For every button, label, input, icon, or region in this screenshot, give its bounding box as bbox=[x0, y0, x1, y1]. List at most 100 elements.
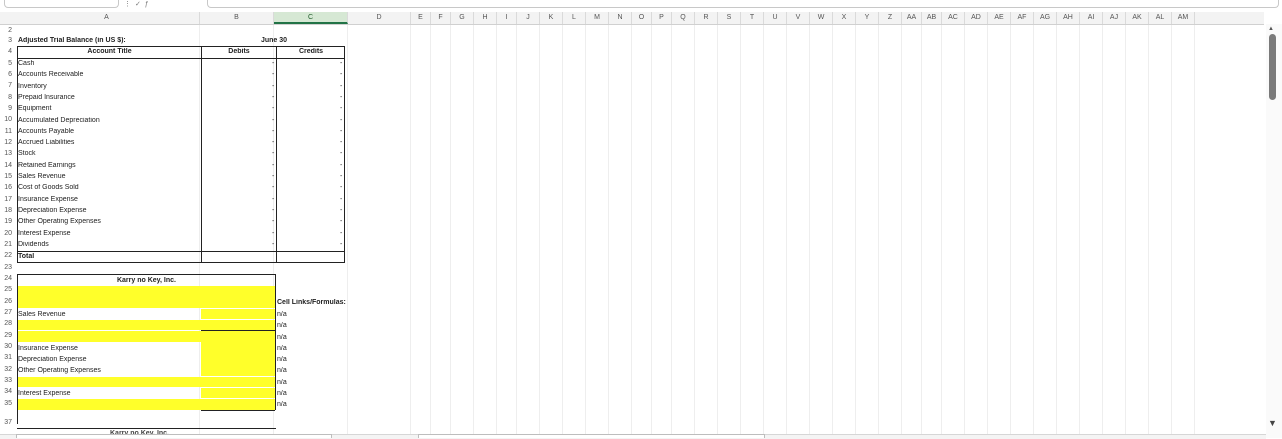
debit-value[interactable]: - bbox=[272, 162, 278, 169]
row-header-35[interactable]: 35 bbox=[0, 400, 14, 407]
row-header-15[interactable]: 15 bbox=[0, 173, 14, 180]
row35-input[interactable] bbox=[18, 399, 275, 410]
row-header-28[interactable]: 28 bbox=[0, 320, 14, 327]
column-header-am[interactable]: AM bbox=[1172, 12, 1195, 24]
row-header-14[interactable]: 14 bbox=[0, 162, 14, 169]
column-header-b[interactable]: B bbox=[200, 12, 274, 24]
column-header-k[interactable]: K bbox=[540, 12, 563, 24]
row-header-19[interactable]: 19 bbox=[0, 218, 14, 225]
column-header-g[interactable]: G bbox=[451, 12, 474, 24]
column-header-ai[interactable]: AI bbox=[1080, 12, 1103, 24]
row-header-13[interactable]: 13 bbox=[0, 150, 14, 157]
credit-value[interactable]: - bbox=[340, 128, 346, 135]
column-header-ab[interactable]: AB bbox=[922, 12, 942, 24]
column-header-y[interactable]: Y bbox=[856, 12, 879, 24]
credit-value[interactable]: - bbox=[340, 60, 346, 67]
row-header-6[interactable]: 6 bbox=[0, 71, 14, 78]
credit-value[interactable]: - bbox=[340, 196, 346, 203]
name-box[interactable] bbox=[4, 0, 119, 8]
column-header-m[interactable]: M bbox=[586, 12, 609, 24]
credit-value[interactable]: - bbox=[340, 184, 346, 191]
credit-value[interactable]: - bbox=[340, 207, 346, 214]
debit-value[interactable]: - bbox=[272, 184, 278, 191]
credit-value[interactable]: - bbox=[340, 173, 346, 180]
row33-input[interactable] bbox=[18, 377, 275, 387]
row-header-9[interactable]: 9 bbox=[0, 105, 14, 112]
row-header-32[interactable]: 32 bbox=[0, 366, 14, 373]
row-header-2[interactable]: 2 bbox=[0, 27, 14, 34]
column-header-w[interactable]: W bbox=[810, 12, 833, 24]
formula-input[interactable] bbox=[207, 0, 1279, 8]
credit-value[interactable]: - bbox=[340, 94, 346, 101]
sales-revenue-amount[interactable] bbox=[201, 309, 275, 319]
credit-value[interactable]: - bbox=[340, 241, 346, 248]
credit-value[interactable]: - bbox=[340, 150, 346, 157]
column-header-i[interactable]: I bbox=[497, 12, 517, 24]
column-header-ae[interactable]: AE bbox=[988, 12, 1011, 24]
column-header-ag[interactable]: AG bbox=[1034, 12, 1057, 24]
row-header-16[interactable]: 16 bbox=[0, 184, 14, 191]
debit-value[interactable]: - bbox=[272, 196, 278, 203]
row-header-33[interactable]: 33 bbox=[0, 377, 14, 384]
row-header-7[interactable]: 7 bbox=[0, 82, 14, 89]
debit-value[interactable]: - bbox=[272, 150, 278, 157]
row-header-31[interactable]: 31 bbox=[0, 354, 14, 361]
column-header-ah[interactable]: AH bbox=[1057, 12, 1080, 24]
credit-value[interactable]: - bbox=[340, 139, 346, 146]
row-header-24[interactable]: 24 bbox=[0, 275, 14, 282]
credit-value[interactable]: - bbox=[340, 105, 346, 112]
row-header-3[interactable]: 3 bbox=[0, 37, 14, 44]
vertical-scroll-thumb[interactable] bbox=[1269, 34, 1276, 100]
debit-value[interactable]: - bbox=[272, 83, 278, 90]
column-header-x[interactable]: X bbox=[833, 12, 856, 24]
column-header-ad[interactable]: AD bbox=[965, 12, 988, 24]
row28-input[interactable] bbox=[18, 320, 275, 330]
column-header-a[interactable]: A bbox=[14, 12, 200, 24]
row-header-26[interactable]: 26 bbox=[0, 298, 14, 305]
credit-value[interactable]: - bbox=[340, 230, 346, 237]
column-header-s[interactable]: S bbox=[718, 12, 741, 24]
debit-value[interactable]: - bbox=[272, 117, 278, 124]
column-header-ak[interactable]: AK bbox=[1126, 12, 1149, 24]
debit-value[interactable]: - bbox=[272, 241, 278, 248]
credit-value[interactable]: - bbox=[340, 71, 346, 78]
row-header-22[interactable]: 22 bbox=[0, 252, 14, 259]
row-header-5[interactable]: 5 bbox=[0, 60, 14, 67]
debit-value[interactable]: - bbox=[272, 230, 278, 237]
row-header-8[interactable]: 8 bbox=[0, 94, 14, 101]
credit-value[interactable]: - bbox=[340, 83, 346, 90]
column-header-aj[interactable]: AJ bbox=[1103, 12, 1126, 24]
row-header-37[interactable]: 37 bbox=[0, 419, 14, 426]
column-header-t[interactable]: T bbox=[741, 12, 764, 24]
row-header-10[interactable]: 10 bbox=[0, 116, 14, 123]
credit-value[interactable]: - bbox=[340, 218, 346, 225]
debit-value[interactable]: - bbox=[272, 60, 278, 67]
row29-input[interactable] bbox=[18, 331, 275, 342]
debit-value[interactable]: - bbox=[272, 71, 278, 78]
debit-value[interactable]: - bbox=[272, 128, 278, 135]
column-header-j[interactable]: J bbox=[517, 12, 540, 24]
sheet-tabs-area[interactable] bbox=[16, 434, 332, 438]
interest-expense-amount[interactable] bbox=[201, 388, 275, 398]
column-header-d[interactable]: D bbox=[348, 12, 411, 24]
column-header-o[interactable]: O bbox=[632, 12, 652, 24]
credit-value[interactable]: - bbox=[340, 162, 346, 169]
statement-heading-input[interactable] bbox=[18, 286, 275, 308]
column-header-f[interactable]: F bbox=[431, 12, 451, 24]
row-header-4[interactable]: 4 bbox=[0, 48, 14, 55]
row-header-23[interactable]: 23 bbox=[0, 264, 14, 271]
debit-value[interactable]: - bbox=[272, 218, 278, 225]
debit-value[interactable]: - bbox=[272, 173, 278, 180]
row-header-34[interactable]: 34 bbox=[0, 388, 14, 395]
horizontal-scroll-thumb[interactable] bbox=[418, 434, 765, 438]
row-header-11[interactable]: 11 bbox=[0, 128, 14, 135]
row-header-25[interactable]: 25 bbox=[0, 286, 14, 293]
column-header-e[interactable]: E bbox=[411, 12, 431, 24]
column-header-u[interactable]: U bbox=[764, 12, 787, 24]
scroll-up-arrow-icon[interactable]: ▲ bbox=[1268, 26, 1274, 32]
debit-value[interactable]: - bbox=[272, 105, 278, 112]
row-header-27[interactable]: 27 bbox=[0, 309, 14, 316]
row-header-30[interactable]: 30 bbox=[0, 343, 14, 350]
column-header-ac[interactable]: AC bbox=[942, 12, 965, 24]
column-header-l[interactable]: L bbox=[563, 12, 586, 24]
